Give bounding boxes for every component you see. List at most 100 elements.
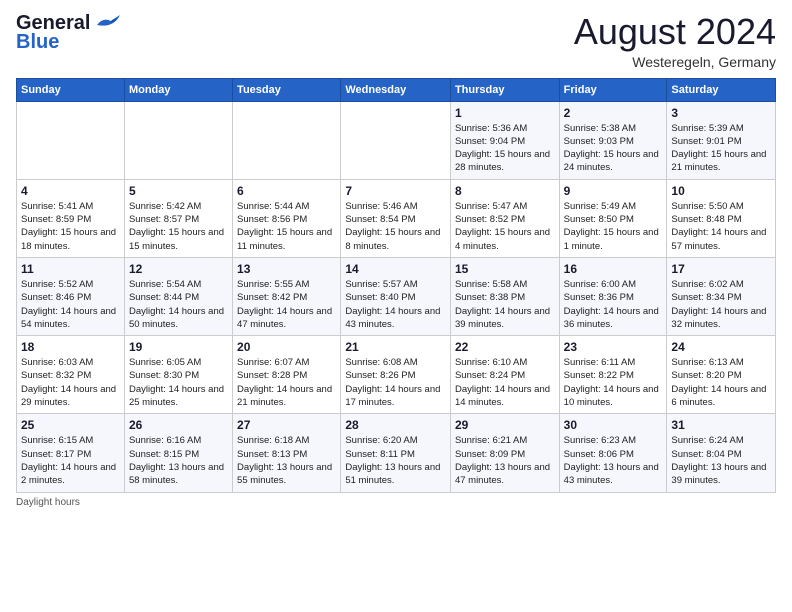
calendar-cell: 20 Sunrise: 6:07 AMSunset: 8:28 PMDayligh… [233, 336, 341, 414]
calendar-cell: 2Sunrise: 5:38 AMSunset: 9:03 PMDaylight… [559, 101, 667, 179]
day-number: 2 [564, 106, 663, 120]
day-number: 16 [564, 262, 663, 276]
day-number: 1 [455, 106, 555, 120]
calendar-cell: 28 Sunrise: 6:20 AMSunset: 8:11 PMDayligh… [341, 414, 451, 492]
day-number: 4 [21, 184, 120, 198]
calendar-week-row: 11 Sunrise: 5:52 AMSunset: 8:46 PMDayligh… [17, 257, 776, 335]
day-info: Sunrise: 5:44 AMSunset: 8:56 PMDaylight:… [237, 200, 336, 253]
day-info: Sunrise: 6:10 AMSunset: 8:24 PMDaylight:… [455, 356, 555, 409]
calendar-cell: 6Sunrise: 5:44 AMSunset: 8:56 PMDaylight… [233, 179, 341, 257]
day-number: 14 [345, 262, 446, 276]
day-info: Sunrise: 6:15 AMSunset: 8:17 PMDaylight:… [21, 434, 120, 487]
calendar-cell: 15Sunrise: 5:58 AMSunset: 8:38 PMDayligh… [450, 257, 559, 335]
day-number: 24 [671, 340, 771, 354]
calendar-week-row: 25Sunrise: 6:15 AMSunset: 8:17 PMDayligh… [17, 414, 776, 492]
calendar-cell: 24 Sunrise: 6:13 AMSunset: 8:20 PMDayligh… [667, 336, 776, 414]
location-subtitle: Westeregeln, Germany [574, 54, 776, 70]
calendar-cell: 18Sunrise: 6:03 AMSunset: 8:32 PMDayligh… [17, 336, 125, 414]
calendar-cell: 14 Sunrise: 5:57 AMSunset: 8:40 PMDayligh… [341, 257, 451, 335]
calendar-cell [233, 101, 341, 179]
logo-blue: Blue [16, 31, 59, 54]
day-info: Sunrise: 5:57 AMSunset: 8:40 PMDaylight:… [345, 278, 446, 331]
day-info: Sunrise: 6:08 AMSunset: 8:26 PMDaylight:… [345, 356, 446, 409]
day-info: Sunrise: 6:20 AMSunset: 8:11 PMDaylight:… [345, 434, 446, 487]
calendar-cell: 9 Sunrise: 5:49 AMSunset: 8:50 PMDaylight… [559, 179, 667, 257]
calendar-header-row: SundayMondayTuesdayWednesdayThursdayFrid… [17, 78, 776, 101]
day-number: 12 [129, 262, 228, 276]
calendar-cell [17, 101, 125, 179]
calendar-week-row: 4 Sunrise: 5:41 AMSunset: 8:59 PMDaylight… [17, 179, 776, 257]
day-info: Sunrise: 5:39 AMSunset: 9:01 PMDaylight:… [671, 122, 771, 175]
day-info: Sunrise: 6:21 AMSunset: 8:09 PMDaylight:… [455, 434, 555, 487]
calendar-cell: 13Sunrise: 5:55 AMSunset: 8:42 PMDayligh… [233, 257, 341, 335]
day-number: 10 [671, 184, 771, 198]
day-number: 5 [129, 184, 228, 198]
calendar-day-header: Wednesday [341, 78, 451, 101]
day-number: 9 [564, 184, 663, 198]
calendar-cell: 29 Sunrise: 6:21 AMSunset: 8:09 PMDayligh… [450, 414, 559, 492]
day-number: 18 [21, 340, 120, 354]
calendar-day-header: Saturday [667, 78, 776, 101]
calendar-cell: 23 Sunrise: 6:11 AMSunset: 8:22 PMDayligh… [559, 336, 667, 414]
calendar-cell: 31 Sunrise: 6:24 AMSunset: 8:04 PMDayligh… [667, 414, 776, 492]
calendar-day-header: Tuesday [233, 78, 341, 101]
day-number: 29 [455, 418, 555, 432]
day-number: 21 [345, 340, 446, 354]
calendar-cell: 12Sunrise: 5:54 AMSunset: 8:44 PMDayligh… [124, 257, 232, 335]
day-number: 22 [455, 340, 555, 354]
calendar-cell: 5 Sunrise: 5:42 AMSunset: 8:57 PMDaylight… [124, 179, 232, 257]
day-number: 11 [21, 262, 120, 276]
day-info: Sunrise: 5:47 AMSunset: 8:52 PMDaylight:… [455, 200, 555, 253]
day-info: Sunrise: 6:16 AMSunset: 8:15 PMDaylight:… [129, 434, 228, 487]
day-number: 8 [455, 184, 555, 198]
day-number: 30 [564, 418, 663, 432]
calendar-day-header: Friday [559, 78, 667, 101]
day-number: 23 [564, 340, 663, 354]
calendar-cell: 16 Sunrise: 6:00 AMSunset: 8:36 PMDayligh… [559, 257, 667, 335]
day-info: Sunrise: 5:36 AMSunset: 9:04 PMDaylight:… [455, 122, 555, 175]
calendar-cell: 30 Sunrise: 6:23 AMSunset: 8:06 PMDayligh… [559, 414, 667, 492]
day-info: Sunrise: 6:00 AMSunset: 8:36 PMDaylight:… [564, 278, 663, 331]
calendar-day-header: Thursday [450, 78, 559, 101]
day-info: Sunrise: 6:13 AMSunset: 8:20 PMDaylight:… [671, 356, 771, 409]
calendar-week-row: 1 Sunrise: 5:36 AMSunset: 9:04 PMDaylight… [17, 101, 776, 179]
calendar-cell: 3 Sunrise: 5:39 AMSunset: 9:01 PMDaylight… [667, 101, 776, 179]
day-number: 31 [671, 418, 771, 432]
day-info: Sunrise: 6:07 AMSunset: 8:28 PMDaylight:… [237, 356, 336, 409]
page: General Blue August 2024 Westeregeln, Ge… [0, 0, 792, 612]
day-info: Sunrise: 6:02 AMSunset: 8:34 PMDaylight:… [671, 278, 771, 331]
day-number: 3 [671, 106, 771, 120]
calendar-cell: 21 Sunrise: 6:08 AMSunset: 8:26 PMDayligh… [341, 336, 451, 414]
day-info: Sunrise: 6:18 AMSunset: 8:13 PMDaylight:… [237, 434, 336, 487]
day-info: Sunrise: 5:49 AMSunset: 8:50 PMDaylight:… [564, 200, 663, 253]
day-number: 28 [345, 418, 446, 432]
calendar-day-header: Monday [124, 78, 232, 101]
logo: General Blue [16, 12, 121, 54]
month-title: August 2024 [574, 12, 776, 52]
calendar-cell: 4 Sunrise: 5:41 AMSunset: 8:59 PMDaylight… [17, 179, 125, 257]
calendar-cell: 17Sunrise: 6:02 AMSunset: 8:34 PMDayligh… [667, 257, 776, 335]
calendar-cell: 19 Sunrise: 6:05 AMSunset: 8:30 PMDayligh… [124, 336, 232, 414]
calendar-day-header: Sunday [17, 78, 125, 101]
day-number: 13 [237, 262, 336, 276]
calendar-cell: 26Sunrise: 6:16 AMSunset: 8:15 PMDayligh… [124, 414, 232, 492]
day-info: Sunrise: 5:42 AMSunset: 8:57 PMDaylight:… [129, 200, 228, 253]
day-info: Sunrise: 5:52 AMSunset: 8:46 PMDaylight:… [21, 278, 120, 331]
calendar-cell: 27Sunrise: 6:18 AMSunset: 8:13 PMDayligh… [233, 414, 341, 492]
day-number: 19 [129, 340, 228, 354]
calendar-cell: 11 Sunrise: 5:52 AMSunset: 8:46 PMDayligh… [17, 257, 125, 335]
day-number: 7 [345, 184, 446, 198]
day-info: Sunrise: 6:23 AMSunset: 8:06 PMDaylight:… [564, 434, 663, 487]
day-info: Sunrise: 6:24 AMSunset: 8:04 PMDaylight:… [671, 434, 771, 487]
calendar-cell: 10Sunrise: 5:50 AMSunset: 8:48 PMDayligh… [667, 179, 776, 257]
calendar-cell [124, 101, 232, 179]
day-info: Sunrise: 6:05 AMSunset: 8:30 PMDaylight:… [129, 356, 228, 409]
title-area: August 2024 Westeregeln, Germany [574, 12, 776, 70]
day-number: 20 [237, 340, 336, 354]
calendar-cell: 1 Sunrise: 5:36 AMSunset: 9:04 PMDaylight… [450, 101, 559, 179]
day-info: Sunrise: 5:41 AMSunset: 8:59 PMDaylight:… [21, 200, 120, 253]
day-number: 15 [455, 262, 555, 276]
calendar-cell: 22 Sunrise: 6:10 AMSunset: 8:24 PMDayligh… [450, 336, 559, 414]
day-info: Sunrise: 6:11 AMSunset: 8:22 PMDaylight:… [564, 356, 663, 409]
day-info: Sunrise: 5:46 AMSunset: 8:54 PMDaylight:… [345, 200, 446, 253]
